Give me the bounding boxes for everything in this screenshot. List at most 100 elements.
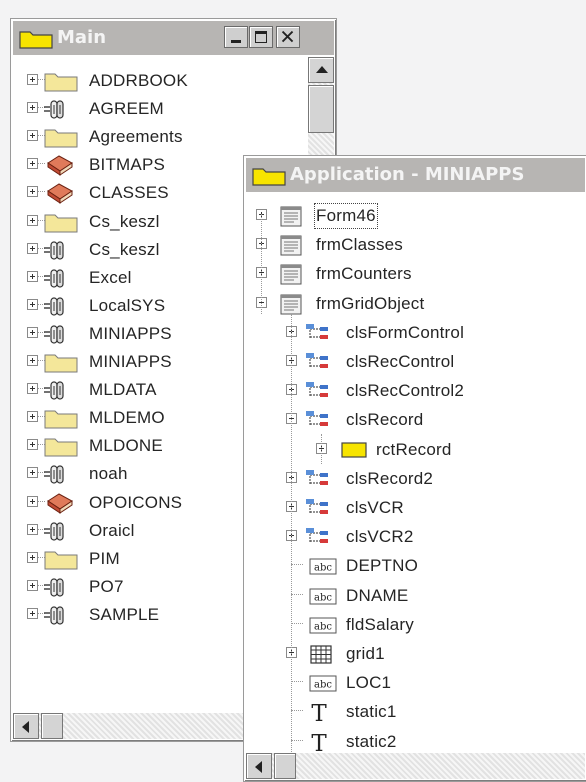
- tree-item-label: static1: [346, 702, 397, 722]
- tree-item-label: clsRecord: [346, 410, 424, 430]
- database-icon: [42, 97, 80, 126]
- tree-item[interactable]: Form46: [246, 202, 585, 230]
- arrow-up-icon: [316, 66, 328, 73]
- tree-item[interactable]: clsRecord: [246, 406, 585, 434]
- minimize-button[interactable]: [224, 26, 248, 48]
- static-text-icon: T: [302, 700, 340, 729]
- database-icon: [42, 238, 80, 267]
- close-icon: [281, 30, 294, 43]
- tree-item[interactable]: clsRecord2: [246, 465, 585, 493]
- arrow-left-icon: [22, 721, 29, 733]
- tree-item[interactable]: frmClasses: [246, 231, 585, 259]
- expand-toggle[interactable]: [27, 439, 38, 451]
- svg-text:abc: abc: [314, 680, 332, 691]
- tree-item-label: noah: [89, 464, 128, 484]
- scroll-left-button[interactable]: [246, 753, 272, 779]
- tree-item-label: clsVCR2: [346, 527, 414, 547]
- expand-toggle[interactable]: [27, 74, 38, 85]
- horizontal-scroll-thumb[interactable]: [41, 713, 63, 739]
- expand-toggle[interactable]: [27, 411, 38, 423]
- expand-toggle[interactable]: [27, 270, 38, 282]
- tree-item[interactable]: grid1: [246, 640, 585, 668]
- expand-toggle[interactable]: [27, 242, 38, 254]
- text-field-icon: abc: [302, 671, 340, 700]
- main-titlebar[interactable]: Main: [13, 21, 334, 55]
- app-tree-view[interactable]: Form46 frmClasses frmCounters frmGridObj…: [246, 194, 585, 753]
- tree-item-label: OPOICONS: [89, 492, 183, 512]
- close-button[interactable]: [276, 26, 300, 48]
- vertical-scroll-thumb[interactable]: [308, 85, 334, 133]
- tree-item[interactable]: Agreements: [13, 123, 308, 151]
- tree-item[interactable]: ADDRBOOK: [13, 67, 308, 95]
- tree-item[interactable]: abc DEPTNO: [246, 552, 585, 580]
- expand-toggle[interactable]: [27, 186, 38, 198]
- maximize-button[interactable]: [249, 26, 273, 48]
- tree-item-label: MLDATA: [89, 380, 157, 400]
- tree-item-label: frmCounters: [316, 264, 412, 284]
- tree-item-label: frmClasses: [316, 235, 404, 255]
- tree-item[interactable]: frmGridObject: [246, 290, 585, 318]
- folder-icon: [42, 406, 80, 435]
- tree-connector: [291, 314, 292, 753]
- expand-toggle[interactable]: [27, 551, 38, 563]
- tree-item[interactable]: clsRecControl2: [246, 377, 585, 405]
- tree-item-label: DNAME: [346, 585, 409, 605]
- tree-item-label: ADDRBOOK: [89, 71, 188, 90]
- expand-toggle[interactable]: [27, 495, 38, 507]
- tree-item-label: Cs_keszl: [89, 239, 160, 259]
- tree-item[interactable]: clsVCR2: [246, 523, 585, 551]
- expand-toggle[interactable]: [27, 298, 38, 310]
- rectangle-icon: [332, 438, 370, 467]
- tree-item-label: clsVCR: [346, 498, 404, 517]
- scroll-left-button[interactable]: [13, 713, 39, 739]
- app-titlebar[interactable]: Application - MINIAPPS: [246, 158, 585, 192]
- app-window-title: Application - MINIAPPS: [290, 164, 525, 185]
- tree-item[interactable]: clsRecControl: [246, 348, 585, 376]
- svg-text:abc: abc: [314, 621, 332, 632]
- class-hierarchy-icon: [302, 525, 340, 554]
- arrow-left-icon: [255, 761, 262, 773]
- library-book-icon: [42, 153, 80, 182]
- tree-item[interactable]: Tstatic2: [246, 728, 585, 753]
- svg-text:abc: abc: [314, 592, 332, 603]
- tree-item-label: fldSalary: [346, 614, 414, 634]
- tree-item[interactable]: abc LOC1: [246, 669, 585, 697]
- tree-item-label: LOC1: [346, 673, 392, 693]
- scroll-up-button[interactable]: [308, 57, 334, 83]
- tree-item[interactable]: rctRecord: [246, 436, 585, 464]
- expand-toggle[interactable]: [27, 355, 38, 366]
- expand-toggle[interactable]: [27, 130, 38, 142]
- class-hierarchy-icon: [302, 496, 340, 525]
- text-field-icon: abc: [302, 584, 340, 613]
- tree-item[interactable]: Tstatic1: [246, 698, 585, 729]
- tree-item[interactable]: clsVCR: [246, 494, 585, 522]
- expand-toggle[interactable]: [27, 102, 38, 114]
- database-icon: [42, 266, 80, 295]
- database-icon: [42, 294, 80, 323]
- tree-item[interactable]: abc DNAME: [246, 582, 585, 610]
- app-horizontal-scrollbar[interactable]: [246, 753, 585, 779]
- expand-toggle[interactable]: [27, 579, 38, 591]
- folder-icon: [252, 168, 286, 186]
- database-icon: [42, 322, 80, 351]
- folder-icon: [42, 547, 80, 576]
- tree-item[interactable]: AGREEM: [13, 95, 308, 123]
- expand-toggle[interactable]: [27, 523, 38, 535]
- tree-item-label: clsRecControl2: [346, 381, 465, 401]
- database-icon: [42, 519, 80, 548]
- horizontal-scroll-thumb[interactable]: [274, 753, 296, 779]
- tree-item[interactable]: frmCounters: [246, 260, 585, 288]
- expand-toggle[interactable]: [27, 326, 38, 338]
- expand-toggle[interactable]: [27, 383, 38, 395]
- tree-item-label: rctRecord: [376, 439, 452, 459]
- tree-item-label: Excel: [89, 267, 132, 287]
- tree-item[interactable]: clsFormControl: [246, 319, 585, 347]
- expand-toggle[interactable]: [27, 158, 38, 170]
- class-hierarchy-icon: [302, 379, 340, 408]
- expand-toggle[interactable]: [27, 214, 38, 226]
- expand-toggle[interactable]: [27, 467, 38, 479]
- tree-item-label: static2: [346, 731, 397, 751]
- tree-item[interactable]: abc fldSalary: [246, 611, 585, 639]
- expand-toggle[interactable]: [27, 607, 38, 619]
- tree-item-label: AGREEM: [89, 99, 164, 119]
